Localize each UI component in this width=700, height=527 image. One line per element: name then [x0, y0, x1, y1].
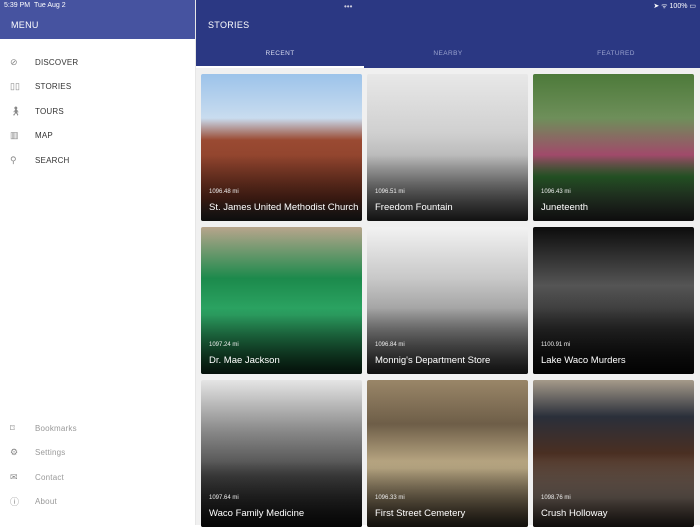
tab-recent[interactable]: RECENT	[196, 42, 364, 68]
nav-discover[interactable]: ⊘ DISCOVER	[0, 50, 196, 75]
story-title: Crush Holloway	[541, 508, 608, 519]
story-card[interactable]: 1096.43 mi Juneteenth	[533, 74, 694, 221]
nav-about[interactable]: ⓘ About	[0, 490, 196, 515]
story-distance: 1096.43 mi	[541, 189, 571, 195]
sidebar-header: 5:39 PM Tue Aug 2 MENU	[0, 0, 195, 39]
compass-icon: ⊘	[10, 56, 18, 67]
bookmark-icon: ⌑	[10, 422, 15, 433]
walking-icon: 🚶︎	[10, 105, 22, 116]
book-icon: ▯▯	[10, 81, 20, 92]
story-title: Monnig's Department Store	[375, 355, 491, 366]
story-card[interactable]: 1096.51 mi Freedom Fountain	[367, 74, 528, 221]
search-icon: ⚲	[10, 154, 17, 165]
nav-tours[interactable]: 🚶︎ TOURS	[0, 99, 196, 124]
map-icon: ▥	[10, 130, 19, 141]
story-distance: 1096.33 mi	[375, 495, 405, 501]
story-distance: 1098.76 mi	[541, 495, 571, 501]
footer-nav: ⌑ Bookmarks ⚙ Settings ✉ Contact ⓘ About	[0, 416, 196, 514]
story-title: First Street Cemetery	[375, 508, 466, 519]
menu-title: MENU	[11, 20, 39, 30]
story-card[interactable]: 1096.48 mi St. James United Methodist Ch…	[201, 74, 362, 221]
story-title: St. James United Methodist Church	[209, 202, 359, 213]
multitask-dots-icon[interactable]: •••	[344, 2, 352, 11]
tab-featured[interactable]: FEATURED	[532, 42, 700, 68]
story-card[interactable]: 1096.33 mi First Street Cemetery	[367, 380, 528, 527]
info-icon: ⓘ	[10, 497, 20, 508]
tab-bar: RECENT NEARBY FEATURED	[196, 42, 700, 68]
story-card[interactable]: 1097.24 mi Dr. Mae Jackson	[201, 227, 362, 374]
status-time: 5:39 PM Tue Aug 2	[4, 2, 66, 9]
story-title: Juneteenth	[541, 202, 589, 213]
story-card[interactable]: 1096.84 mi Monnig's Department Store	[367, 227, 528, 374]
nav-map[interactable]: ▥ MAP	[0, 124, 196, 149]
story-distance: 1096.48 mi	[209, 189, 239, 195]
nav-stories[interactable]: ▯▯ STORIES	[0, 75, 196, 100]
gear-icon: ⚙	[10, 447, 19, 458]
story-grid: 1096.48 mi St. James United Methodist Ch…	[201, 74, 694, 527]
story-card[interactable]: 1097.64 mi Waco Family Medicine	[201, 380, 362, 527]
story-card[interactable]: 1100.91 mi Lake Waco Murders	[533, 227, 694, 374]
story-title: Lake Waco Murders	[541, 355, 626, 366]
story-distance: 1097.24 mi	[209, 342, 239, 348]
tab-nearby[interactable]: NEARBY	[364, 42, 532, 68]
story-distance: 1096.51 mi	[375, 189, 405, 195]
story-title: Freedom Fountain	[375, 202, 453, 213]
story-distance: 1096.84 mi	[375, 342, 405, 348]
nav-search[interactable]: ⚲ SEARCH	[0, 148, 196, 173]
main-header: ••• ➤ ᯤ 100% ▭ STORIES RECENT NEARBY FEA…	[196, 0, 700, 68]
nav-contact[interactable]: ✉ Contact	[0, 465, 196, 490]
story-distance: 1100.91 mi	[541, 342, 571, 348]
status-indicators: ➤ ᯤ 100% ▭	[653, 3, 696, 10]
story-distance: 1097.64 mi	[209, 495, 239, 501]
story-card[interactable]: 1098.76 mi Crush Holloway	[533, 380, 694, 527]
story-title: Waco Family Medicine	[209, 508, 305, 519]
mail-icon: ✉	[10, 471, 18, 482]
nav-settings[interactable]: ⚙ Settings	[0, 441, 196, 466]
main-nav: ⊘ DISCOVER ▯▯ STORIES 🚶︎ TOURS ▥ MAP ⚲ SEARCH	[0, 50, 196, 173]
story-title: Dr. Mae Jackson	[209, 355, 280, 366]
page-title: STORIES	[208, 20, 250, 30]
sidebar: 5:39 PM Tue Aug 2 MENU ⊘ DISCOVER ▯▯ STORI…	[0, 0, 196, 525]
nav-bookmarks[interactable]: ⌑ Bookmarks	[0, 416, 196, 441]
main-content: ••• ➤ ᯤ 100% ▭ STORIES RECENT NEARBY FEA…	[196, 0, 700, 527]
